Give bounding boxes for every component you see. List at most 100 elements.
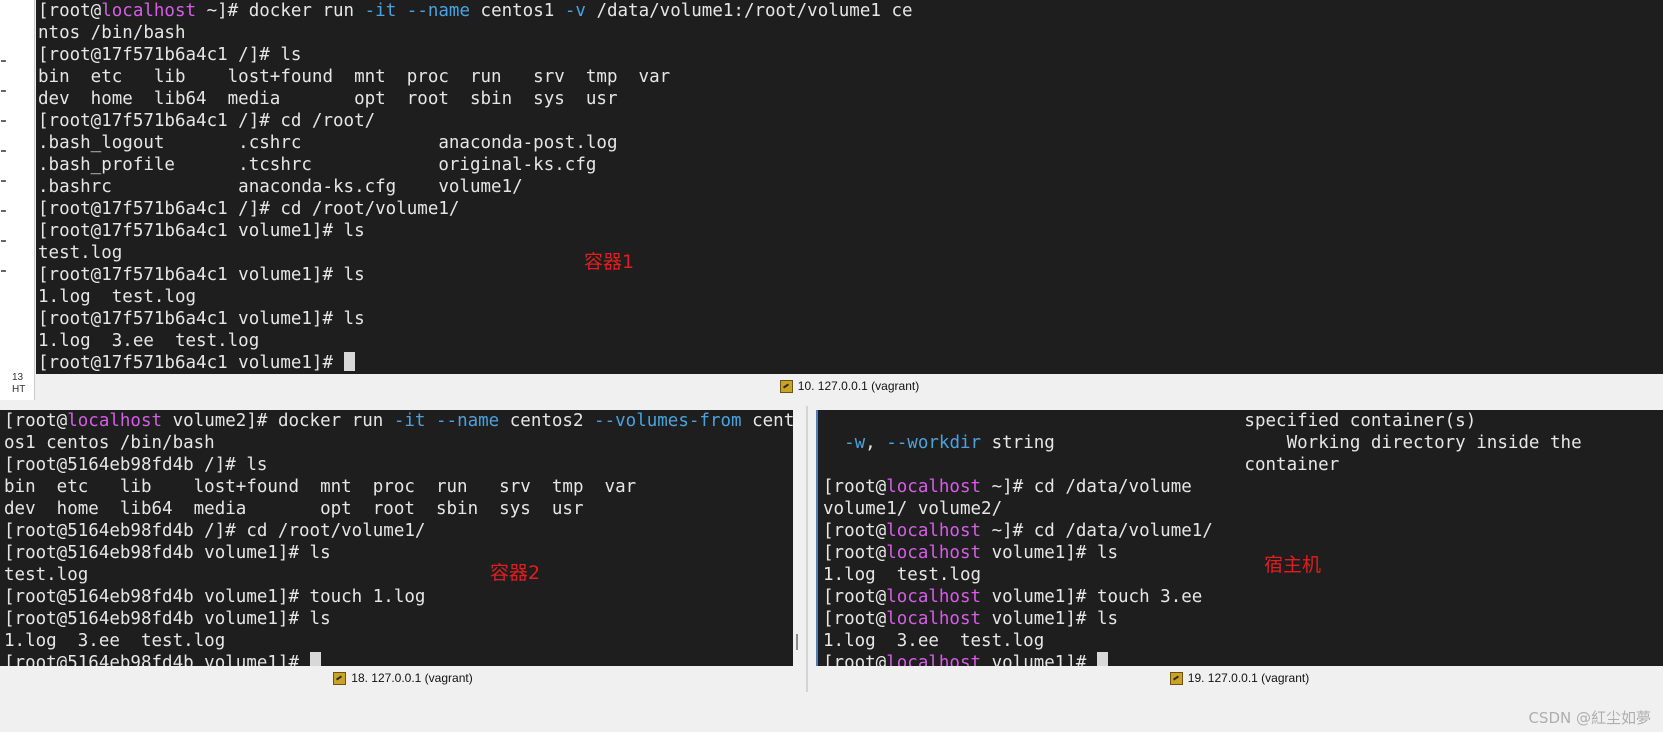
- terminal-text: [root@5164eb98fd4b volume1]# ls: [4, 543, 331, 563]
- terminal-text: ~]# docker run: [196, 1, 365, 21]
- terminal-cursor: [309, 652, 321, 666]
- terminal-line: volume1/ volume2/: [823, 498, 1663, 520]
- terminal-text: --name: [436, 411, 500, 431]
- terminal-line: 1.log 3.ee test.log: [4, 630, 793, 652]
- terminal-cursor: [343, 352, 355, 371]
- edge-mark: [1, 210, 6, 212]
- terminal-line: [root@localhost ~]# docker run -it --nam…: [38, 0, 1663, 22]
- terminal-text: specified container(s): [823, 411, 1477, 431]
- terminal-text: [root@5164eb98fd4b volume1]# ls: [4, 609, 331, 629]
- terminal-line: [root@17f571b6a4c1 /]# cd /root/: [38, 110, 1663, 132]
- terminal-text: 1.log 3.ee test.log: [823, 631, 1045, 651]
- terminal-text: localhost: [886, 543, 982, 563]
- edge-mark: [1, 240, 6, 242]
- edge-mark: [1, 150, 6, 152]
- terminal-text: -v: [564, 1, 586, 21]
- terminal-text: [root@: [823, 521, 887, 541]
- terminal-line: bin etc lib lost+found mnt proc run srv …: [38, 66, 1663, 88]
- terminal-text: /data/volume1:/root/volume1 ce: [585, 1, 913, 21]
- terminal-line: [root@17f571b6a4c1 volume1]# ls: [38, 220, 1663, 242]
- terminal-line: [root@17f571b6a4c1 volume1]# ls: [38, 308, 1663, 330]
- terminal-text: .bash_profile .tcshrc original-ks.cfg: [38, 155, 597, 175]
- terminal-text: [root@: [38, 1, 102, 21]
- terminal-text: --volumes-from: [594, 411, 742, 431]
- terminal-text: 1.log 3.ee test.log: [4, 631, 226, 651]
- terminal-text: volume1]#: [981, 653, 1097, 666]
- terminal-text: localhost: [886, 609, 982, 629]
- terminal-line: .bash_profile .tcshrc original-ks.cfg: [38, 154, 1663, 176]
- terminal-text: dev home lib64 media opt root sbin sys u…: [4, 499, 584, 519]
- terminal-text: localhost: [886, 653, 982, 666]
- terminal-pane-host[interactable]: specified container(s) -w, --workdir str…: [816, 410, 1663, 666]
- status-bar-session-18: 18. 127.0.0.1 (vagrant): [0, 666, 806, 690]
- terminal-text: [root@17f571b6a4c1 volume1]# ls: [38, 265, 365, 285]
- terminal-text: localhost: [67, 411, 163, 431]
- terminal-text: centos2: [499, 411, 595, 431]
- edge-mark: [1, 270, 6, 272]
- terminal-text: [root@5164eb98fd4b /]# cd /root/volume1/: [4, 521, 426, 541]
- terminal-pane-container1[interactable]: [root@localhost ~]# docker run -it --nam…: [36, 0, 1663, 374]
- terminal-text: ,: [865, 433, 887, 453]
- terminal-line: [root@5164eb98fd4b /]# ls: [4, 454, 793, 476]
- terminal-text: [root@5164eb98fd4b /]# ls: [4, 455, 268, 475]
- terminal-pane-container2[interactable]: [root@localhost volume2]# docker run -it…: [0, 410, 793, 666]
- terminal-text: 1.log 3.ee test.log: [38, 331, 260, 351]
- terminal-line: [root@5164eb98fd4b /]# cd /root/volume1/: [4, 520, 793, 542]
- scrollbar-hint[interactable]: [796, 634, 798, 650]
- terminal-text: test.log: [4, 565, 89, 585]
- terminal-text: [root@: [823, 477, 887, 497]
- terminal-text: bin etc lib lost+found mnt proc run srv …: [4, 477, 637, 497]
- terminal-text: --workdir: [886, 433, 982, 453]
- status-bar-session-10: 10. 127.0.0.1 (vagrant): [36, 374, 1663, 398]
- terminal-line: [root@5164eb98fd4b volume1]# ls: [4, 608, 793, 630]
- edge-mark: [1, 60, 6, 62]
- edge-mark: [1, 90, 6, 92]
- edge-mark: [1, 120, 6, 122]
- terminal-line: [root@localhost ~]# cd /data/volume: [823, 476, 1663, 498]
- terminal-text: [root@17f571b6a4c1 /]# cd /root/volume1/: [38, 199, 460, 219]
- terminal-line: test.log: [38, 242, 1663, 264]
- edge-text: 13: [12, 372, 24, 383]
- session-icon: [779, 379, 793, 393]
- terminal-text: [root@: [4, 411, 68, 431]
- terminal-text: -it: [393, 411, 426, 431]
- terminal-line: os1 centos /bin/bash: [4, 432, 793, 454]
- terminal-text: volume2]# docker run: [162, 411, 394, 431]
- terminal-text: cent: [741, 411, 793, 431]
- terminal-text: -w: [844, 433, 866, 453]
- terminal-line: [root@localhost volume1]# ls: [823, 608, 1663, 630]
- terminal-text: volume1/ volume2/: [823, 499, 1003, 519]
- annotation-label-container2: 容器2: [490, 562, 541, 584]
- terminal-line: dev home lib64 media opt root sbin sys u…: [4, 498, 793, 520]
- terminal-text: [root@17f571b6a4c1 /]# ls: [38, 45, 302, 65]
- terminal-line: .bashrc anaconda-ks.cfg volume1/: [38, 176, 1663, 198]
- terminal-text: [root@5164eb98fd4b volume1]# touch 1.log: [4, 587, 426, 607]
- status-session-label: 18. 127.0.0.1 (vagrant): [351, 671, 473, 685]
- terminal-line: -w, --workdir string Working directory i…: [823, 432, 1663, 454]
- terminal-line: test.log: [4, 564, 793, 586]
- terminal-text: --name: [406, 1, 470, 21]
- annotation-label-container1: 容器1: [584, 251, 635, 273]
- terminal-line: [root@17f571b6a4c1 volume1]#: [38, 352, 1663, 374]
- pane-divider[interactable]: [806, 406, 808, 692]
- terminal-text: localhost: [101, 1, 197, 21]
- session-icon: [1169, 671, 1183, 685]
- terminal-line: [root@17f571b6a4c1 /]# ls: [38, 44, 1663, 66]
- terminal-text: bin etc lib lost+found mnt proc run srv …: [38, 67, 671, 87]
- terminal-line: 1.log test.log: [823, 564, 1663, 586]
- edge-text: HT: [12, 384, 26, 395]
- status-session-label: 19. 127.0.0.1 (vagrant): [1187, 671, 1310, 685]
- terminal-text: volume1]# touch 3.ee: [981, 587, 1203, 607]
- session-icon: [333, 671, 347, 685]
- terminal-text: .bash_logout .cshrc anaconda-post.log: [38, 133, 618, 153]
- terminal-line: [root@localhost volume1]#: [823, 652, 1663, 666]
- terminal-line: [root@localhost ~]# cd /data/volume1/: [823, 520, 1663, 542]
- status-bar-session-19: 19. 127.0.0.1 (vagrant): [816, 666, 1663, 690]
- terminal-text: [root@: [823, 543, 887, 563]
- terminal-line: 1.log 3.ee test.log: [823, 630, 1663, 652]
- terminal-line: container: [823, 454, 1663, 476]
- terminal-line: specified container(s): [823, 410, 1663, 432]
